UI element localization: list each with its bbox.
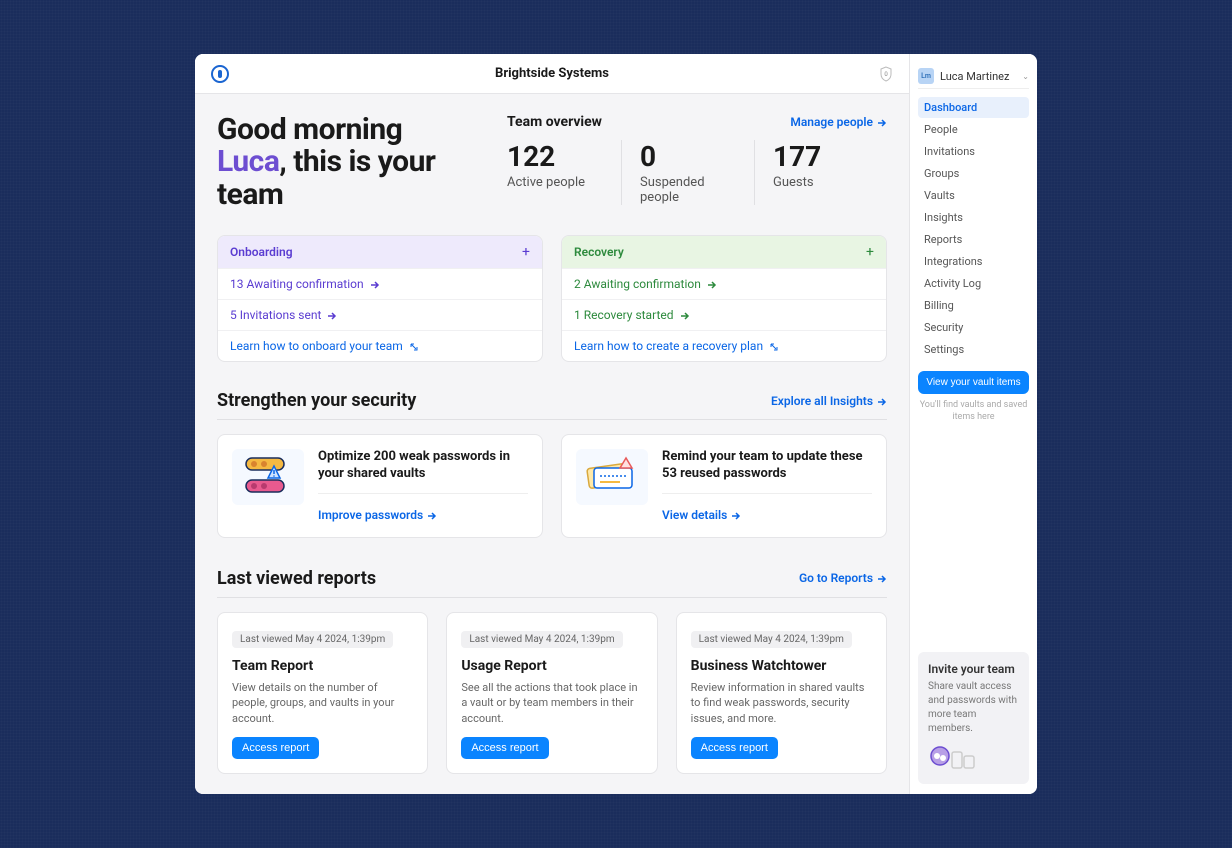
recovery-item[interactable]: 1 Recovery started xyxy=(562,299,886,330)
sidebar-item-security[interactable]: Security xyxy=(918,317,1029,338)
reused-password-icon xyxy=(576,449,648,505)
arrow-right-icon xyxy=(731,510,741,520)
access-report-button[interactable]: Access report xyxy=(691,737,778,759)
report-description: View details on the number of people, gr… xyxy=(232,680,413,726)
report-card: Last viewed May 4 2024, 1:39pm Usage Rep… xyxy=(446,612,657,774)
sidebar-item-reports[interactable]: Reports xyxy=(918,229,1029,250)
onboard-learn-link[interactable]: Learn how to onboard your team xyxy=(218,330,542,361)
report-description: Review information in shared vaults to f… xyxy=(691,680,872,726)
recovery-panel: Recovery + 2 Awaiting confirmation 1 Rec… xyxy=(561,235,887,362)
timestamp-chip: Last viewed May 4 2024, 1:39pm xyxy=(461,631,622,648)
improve-passwords-link[interactable]: Improve passwords xyxy=(318,508,437,522)
recovery-item[interactable]: 2 Awaiting confirmation xyxy=(562,268,886,299)
invite-team-icon xyxy=(928,744,978,774)
external-link-icon xyxy=(769,341,779,351)
sidebar-item-groups[interactable]: Groups xyxy=(918,163,1029,184)
stat-guests: 177 Guests xyxy=(754,140,887,205)
overview-title: Team overview xyxy=(507,114,602,130)
chevron-down-icon: ⌄ xyxy=(1022,72,1029,81)
view-details-link[interactable]: View details xyxy=(662,508,741,522)
app-logo-icon xyxy=(211,65,229,83)
sidebar-item-invitations[interactable]: Invitations xyxy=(918,141,1029,162)
notification-icon[interactable]: 0 xyxy=(879,66,893,82)
onboarding-title: Onboarding xyxy=(230,245,293,259)
manage-people-link[interactable]: Manage people xyxy=(790,115,887,129)
timestamp-chip: Last viewed May 4 2024, 1:39pm xyxy=(232,631,393,648)
sidebar: Lm Luca Martinez ⌄ Dashboard People Invi… xyxy=(909,54,1037,794)
report-card: Last viewed May 4 2024, 1:39pm Team Repo… xyxy=(217,612,428,774)
external-link-icon xyxy=(409,341,419,351)
onboarding-panel: Onboarding + 13 Awaiting confirmation 5 … xyxy=(217,235,543,362)
onboarding-item[interactable]: 13 Awaiting confirmation xyxy=(218,268,542,299)
greeting-name: Luca xyxy=(217,144,279,179)
arrow-right-icon xyxy=(707,279,717,289)
arrow-right-icon xyxy=(370,279,380,289)
report-title: Business Watchtower xyxy=(691,658,872,674)
arrow-right-icon xyxy=(877,573,887,583)
arrow-right-icon xyxy=(680,310,690,320)
view-vault-button[interactable]: View your vault items xyxy=(918,371,1029,394)
user-menu[interactable]: Lm Luca Martinez ⌄ xyxy=(918,64,1029,89)
svg-text:0: 0 xyxy=(884,71,888,78)
reports-title: Last viewed reports xyxy=(217,568,376,589)
explore-insights-link[interactable]: Explore all Insights xyxy=(771,394,887,408)
sidebar-item-people[interactable]: People xyxy=(918,119,1029,140)
greeting-prefix: Good morning xyxy=(217,112,402,147)
sidebar-item-settings[interactable]: Settings xyxy=(918,339,1029,360)
insight-card: Remind your team to update these 53 reus… xyxy=(561,434,887,538)
insight-title: Remind your team to update these 53 reus… xyxy=(662,449,872,494)
security-title: Strengthen your security xyxy=(217,390,416,411)
go-to-reports-link[interactable]: Go to Reports xyxy=(799,571,887,585)
invite-description: Share vault access and passwords with mo… xyxy=(928,680,1019,736)
sidebar-item-dashboard[interactable]: Dashboard xyxy=(918,97,1029,118)
greeting: Good morning Luca, this is your team xyxy=(217,114,467,211)
arrow-right-icon xyxy=(427,510,437,520)
sidebar-item-billing[interactable]: Billing xyxy=(918,295,1029,316)
sidebar-item-insights[interactable]: Insights xyxy=(918,207,1029,228)
onboarding-item[interactable]: 5 Invitations sent xyxy=(218,299,542,330)
access-report-button[interactable]: Access report xyxy=(461,737,548,759)
arrow-right-icon xyxy=(877,117,887,127)
org-name: Brightside Systems xyxy=(495,66,609,81)
insight-title: Optimize 200 weak passwords in your shar… xyxy=(318,449,528,494)
plus-icon[interactable]: + xyxy=(866,244,874,260)
vault-hint: You'll find vaults and saved items here xyxy=(918,400,1029,423)
avatar: Lm xyxy=(918,68,934,84)
sidebar-item-activity-log[interactable]: Activity Log xyxy=(918,273,1029,294)
sidebar-item-vaults[interactable]: Vaults xyxy=(918,185,1029,206)
invite-team-box: Invite your team Share vault access and … xyxy=(918,652,1029,784)
arrow-right-icon xyxy=(327,310,337,320)
plus-icon[interactable]: + xyxy=(522,244,530,260)
weak-password-icon xyxy=(232,449,304,505)
report-card: Last viewed May 4 2024, 1:39pm Business … xyxy=(676,612,887,774)
invite-title: Invite your team xyxy=(928,662,1019,676)
arrow-right-icon xyxy=(877,396,887,406)
report-title: Usage Report xyxy=(461,658,642,674)
user-name: Luca Martinez xyxy=(940,70,1009,83)
team-overview: Team overview Manage people 122 Active p… xyxy=(507,114,887,211)
top-bar: Brightside Systems 0 xyxy=(195,54,909,94)
stat-active-people: 122 Active people xyxy=(507,140,621,205)
stat-suspended-people: 0 Suspended people xyxy=(621,140,754,205)
access-report-button[interactable]: Access report xyxy=(232,737,319,759)
recovery-title: Recovery xyxy=(574,245,624,259)
recovery-learn-link[interactable]: Learn how to create a recovery plan xyxy=(562,330,886,361)
timestamp-chip: Last viewed May 4 2024, 1:39pm xyxy=(691,631,852,648)
insight-card: Optimize 200 weak passwords in your shar… xyxy=(217,434,543,538)
report-title: Team Report xyxy=(232,658,413,674)
sidebar-item-integrations[interactable]: Integrations xyxy=(918,251,1029,272)
report-description: See all the actions that took place in a… xyxy=(461,680,642,726)
